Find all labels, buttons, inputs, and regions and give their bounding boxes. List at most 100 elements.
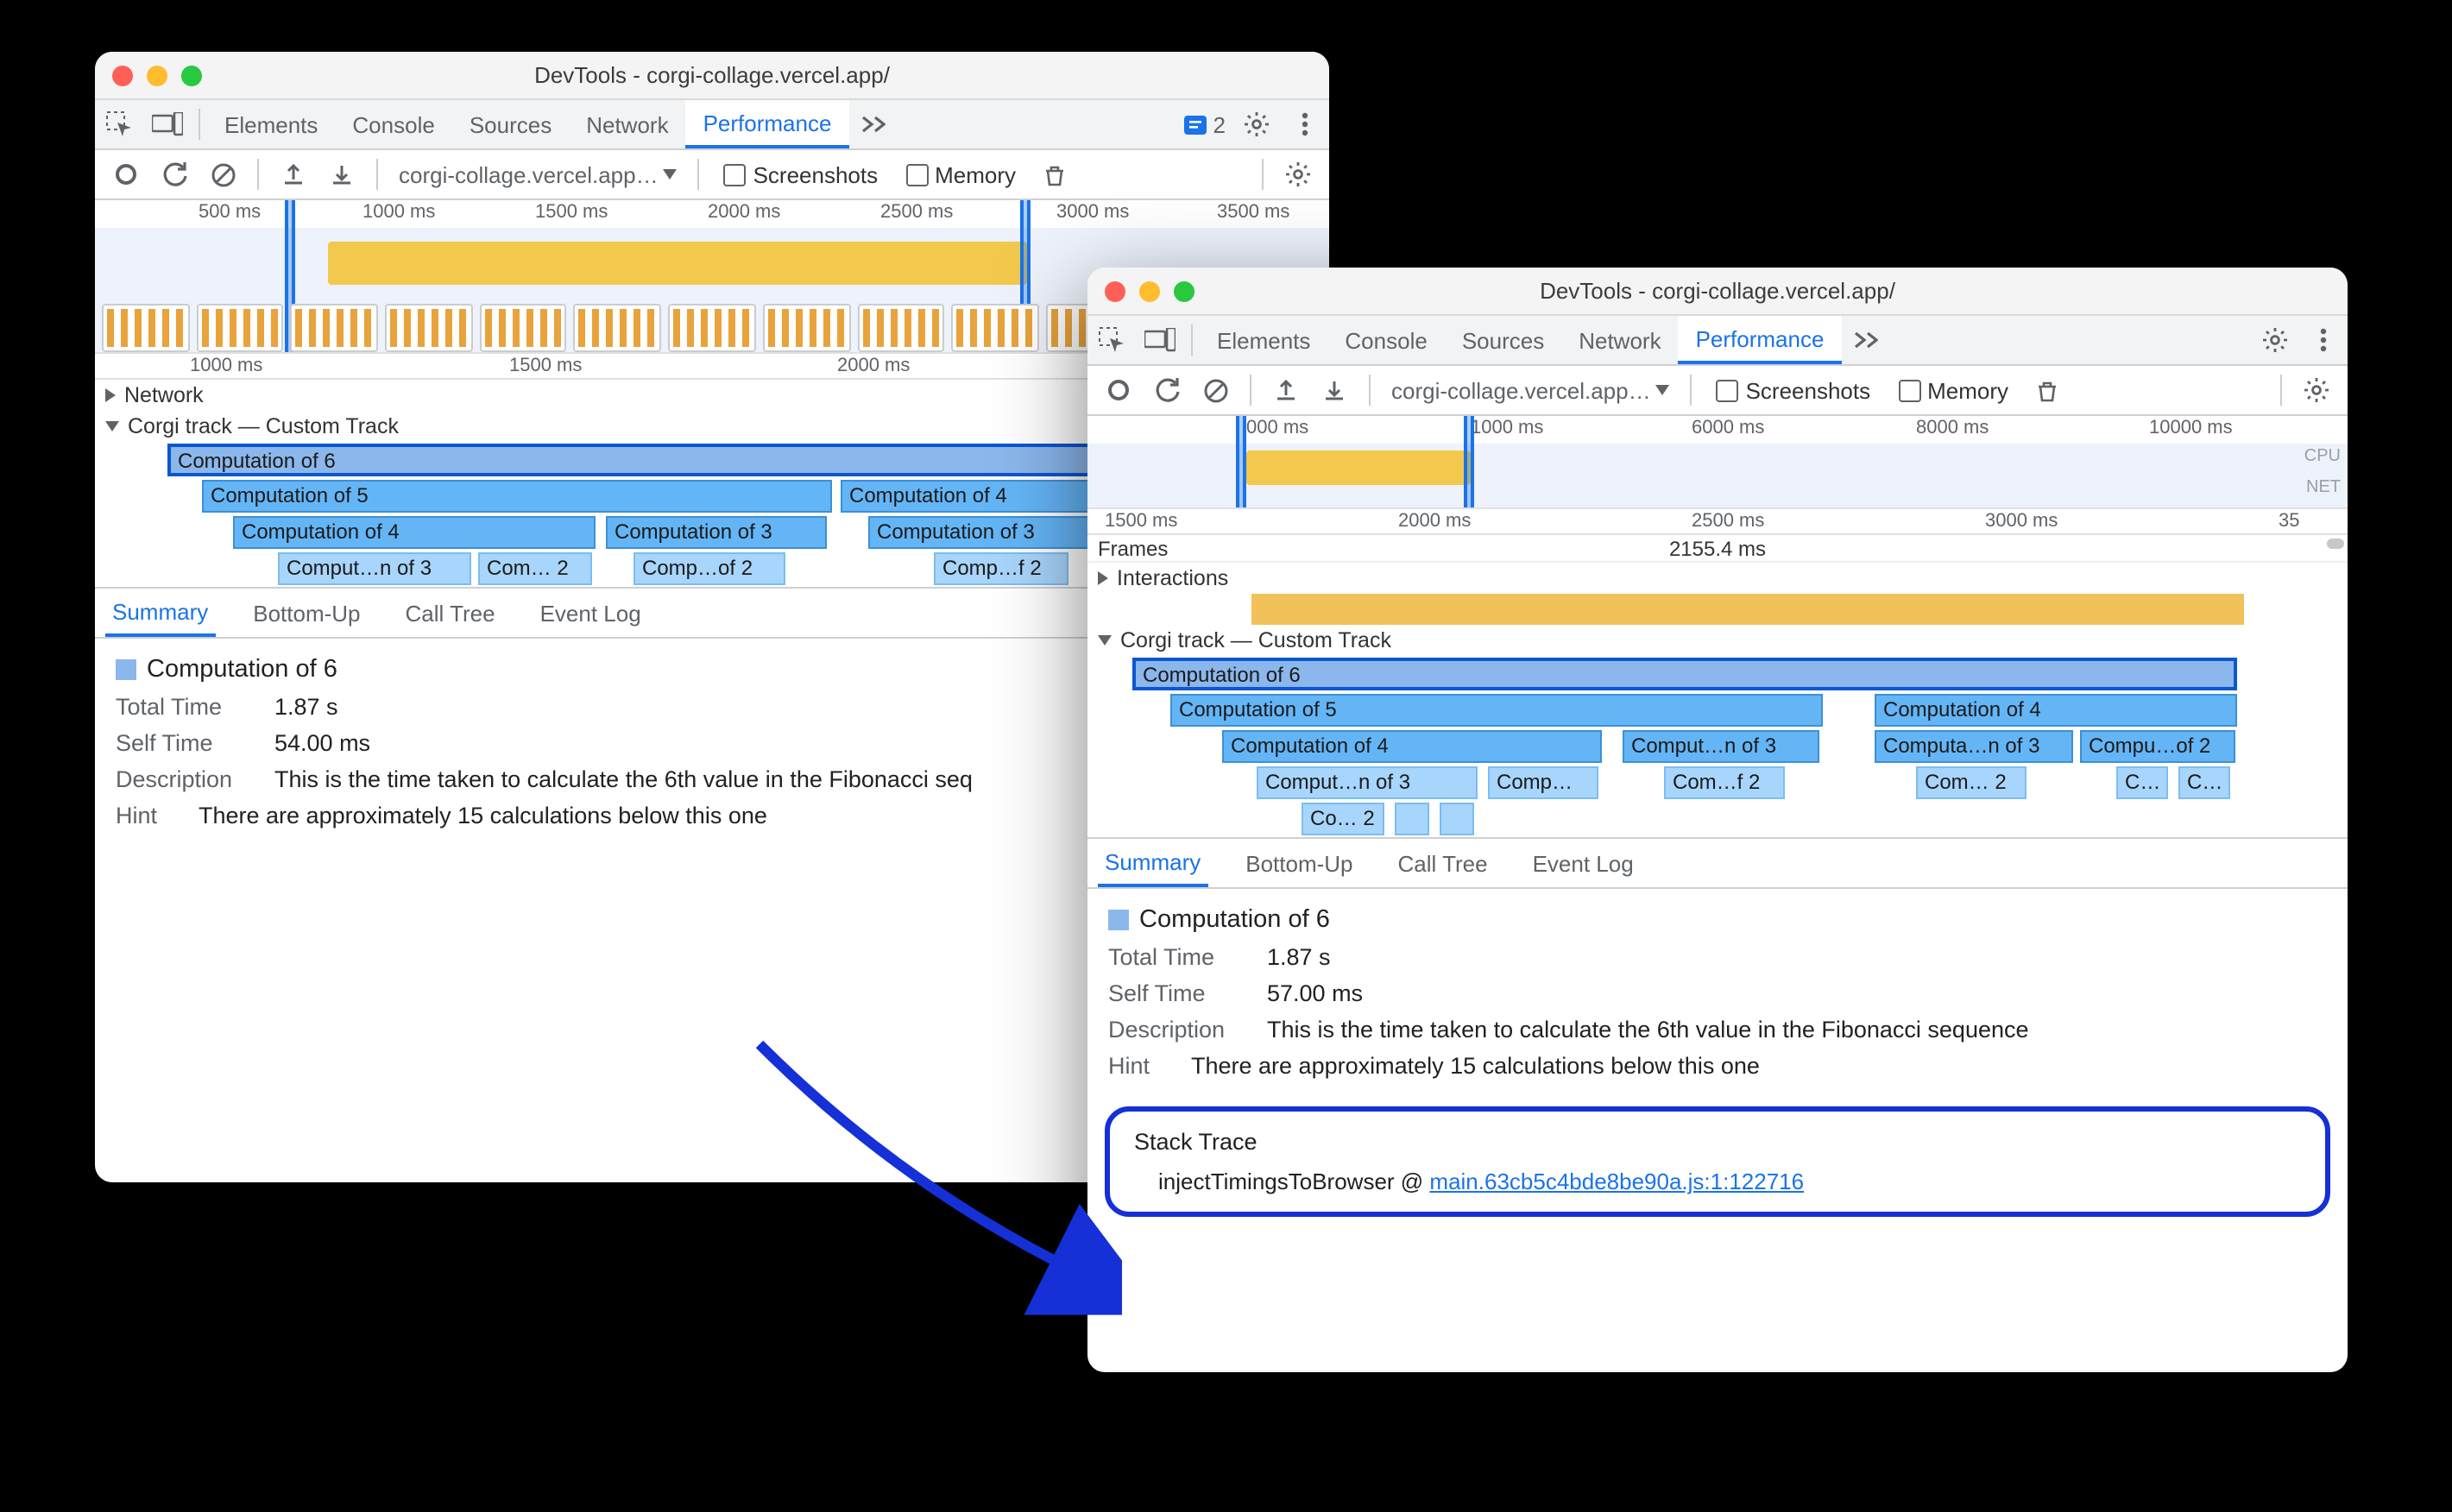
tab-network[interactable]: Network	[1561, 316, 1678, 364]
gc-button[interactable]	[1033, 154, 1075, 195]
kebab-icon[interactable]	[1281, 100, 1329, 148]
tab-console[interactable]: Console	[1327, 316, 1444, 364]
tab-event-log[interactable]: Event Log	[1526, 839, 1641, 887]
flame-event[interactable]: Comp…of 2	[633, 552, 785, 585]
screenshot-thumb[interactable]	[196, 304, 283, 352]
issues-button[interactable]: 2	[1176, 100, 1232, 148]
flame-event[interactable]: Computation of 4	[1875, 694, 2237, 727]
tab-bottom-up[interactable]: Bottom-Up	[246, 589, 367, 637]
flame-event[interactable]: Comp…f 2	[934, 552, 1068, 585]
screenshot-thumb[interactable]	[385, 304, 472, 352]
flame-event[interactable]: Com… 2	[1916, 766, 2027, 799]
flame-event[interactable]: Computation of 3	[606, 516, 827, 549]
flame-event[interactable]: Computa…n of 3	[1875, 730, 2073, 763]
flame-event[interactable]: C…	[2178, 766, 2230, 799]
download-button[interactable]	[1314, 369, 1355, 411]
upload-button[interactable]	[1265, 369, 1307, 411]
flame-event[interactable]: Comput…n of 3	[278, 552, 471, 585]
tracks[interactable]: Interactions Corgi track — Custom Track …	[1087, 563, 2348, 837]
overview[interactable]: 000 ms 1000 ms 6000 ms 8000 ms 10000 ms …	[1087, 416, 2348, 507]
inspect-icon[interactable]	[95, 100, 143, 148]
upload-button[interactable]	[273, 154, 314, 195]
device-icon[interactable]	[1136, 316, 1184, 364]
tab-performance[interactable]: Performance	[686, 100, 849, 148]
reload-button[interactable]	[154, 154, 195, 195]
tab-event-log[interactable]: Event Log	[533, 589, 648, 637]
clear-button[interactable]	[1194, 369, 1236, 411]
tab-bottom-up[interactable]: Bottom-Up	[1239, 839, 1359, 887]
screenshot-thumb[interactable]	[574, 304, 661, 352]
tab-network[interactable]: Network	[569, 100, 685, 148]
minimize-icon[interactable]	[1139, 280, 1160, 301]
recording-selector[interactable]: corgi-collage.vercel.app…	[392, 161, 684, 187]
flame-event[interactable]	[1440, 803, 1474, 835]
flame-event[interactable]: C…	[2116, 766, 2168, 799]
capture-settings-icon[interactable]	[2296, 369, 2337, 411]
screenshot-thumb[interactable]	[951, 304, 1038, 352]
flame-event[interactable]: Comp…f 2	[1488, 766, 1598, 799]
screenshot-thumb[interactable]	[668, 304, 755, 352]
interactions-track-header[interactable]: Interactions	[1087, 563, 2348, 594]
stack-trace-link[interactable]: main.63cb5c4bde8be90a.js:1:122716	[1429, 1169, 1804, 1194]
flame-event[interactable]: Com… 2	[478, 552, 592, 585]
screenshots-checkbox[interactable]: Screenshots	[1717, 377, 1871, 403]
flame-event[interactable]: Compu…of 2	[2080, 730, 2235, 763]
flame-event[interactable]: Computation of 5	[202, 480, 832, 513]
inspect-icon[interactable]	[1087, 316, 1136, 364]
tab-summary[interactable]: Summary	[105, 589, 215, 637]
memory-checkbox[interactable]: Memory	[905, 161, 1016, 187]
tab-performance[interactable]: Performance	[1679, 316, 1842, 364]
download-button[interactable]	[321, 154, 362, 195]
settings-icon[interactable]	[2251, 316, 2299, 364]
zoom-icon[interactable]	[1174, 280, 1194, 301]
flame-event[interactable]: Computation of 6	[167, 444, 1203, 476]
overflow-tabs-icon[interactable]	[1841, 316, 1889, 364]
titlebar[interactable]: DevTools - corgi-collage.vercel.app/	[1087, 268, 2348, 316]
flame-event[interactable]: Computation of 4	[1222, 730, 1602, 763]
memory-checkbox[interactable]: Memory	[1898, 377, 2008, 403]
record-button[interactable]	[105, 154, 147, 195]
close-icon[interactable]	[1105, 280, 1125, 301]
flame-event[interactable]: Computation of 4	[233, 516, 596, 549]
tab-call-tree[interactable]: Call Tree	[1391, 839, 1495, 887]
screenshot-thumb[interactable]	[480, 304, 567, 352]
flame-event[interactable]: Computation of 6	[1132, 658, 2237, 690]
flame-event[interactable]: Co… 2	[1302, 803, 1384, 835]
zoom-icon[interactable]	[181, 65, 202, 85]
screenshot-thumb[interactable]	[291, 304, 378, 352]
interaction-span[interactable]	[1251, 594, 2244, 625]
tab-call-tree[interactable]: Call Tree	[399, 589, 502, 637]
overflow-tabs-icon[interactable]	[848, 100, 897, 148]
vertical-scrollbar[interactable]	[2327, 535, 2344, 561]
clear-button[interactable]	[202, 154, 243, 195]
flame-event[interactable]: Comput…n of 3	[1623, 730, 1819, 763]
custom-track-header[interactable]: Corgi track — Custom Track	[1087, 625, 2348, 656]
tab-sources[interactable]: Sources	[1445, 316, 1561, 364]
gc-button[interactable]	[2026, 369, 2067, 411]
flame-event[interactable]: Computation of 5	[1170, 694, 1823, 727]
titlebar[interactable]: DevTools - corgi-collage.vercel.app/	[95, 52, 1329, 100]
overview-handle-right[interactable]	[1464, 416, 1474, 507]
reload-button[interactable]	[1146, 369, 1188, 411]
flame-event[interactable]: Comput…n of 3	[1257, 766, 1478, 799]
screenshot-thumb[interactable]	[102, 304, 189, 352]
device-icon[interactable]	[143, 100, 192, 148]
tab-elements[interactable]: Elements	[1200, 316, 1327, 364]
flame-event[interactable]	[1395, 803, 1429, 835]
screenshot-thumb[interactable]	[763, 304, 850, 352]
capture-settings-icon[interactable]	[1277, 154, 1319, 195]
tab-console[interactable]: Console	[335, 100, 451, 148]
settings-icon[interactable]	[1232, 100, 1281, 148]
recording-selector[interactable]: corgi-collage.vercel.app…	[1384, 377, 1677, 403]
tab-elements[interactable]: Elements	[207, 100, 335, 148]
overview-handle-left[interactable]	[1236, 416, 1246, 507]
close-icon[interactable]	[112, 65, 133, 85]
tab-summary[interactable]: Summary	[1098, 839, 1207, 887]
screenshots-checkbox[interactable]: Screenshots	[724, 161, 879, 187]
minimize-icon[interactable]	[147, 65, 167, 85]
screenshot-thumb[interactable]	[857, 304, 944, 352]
tab-sources[interactable]: Sources	[452, 100, 569, 148]
record-button[interactable]	[1098, 369, 1139, 411]
kebab-icon[interactable]	[2299, 316, 2348, 364]
flame-event[interactable]: Com…f 2	[1664, 766, 1785, 799]
